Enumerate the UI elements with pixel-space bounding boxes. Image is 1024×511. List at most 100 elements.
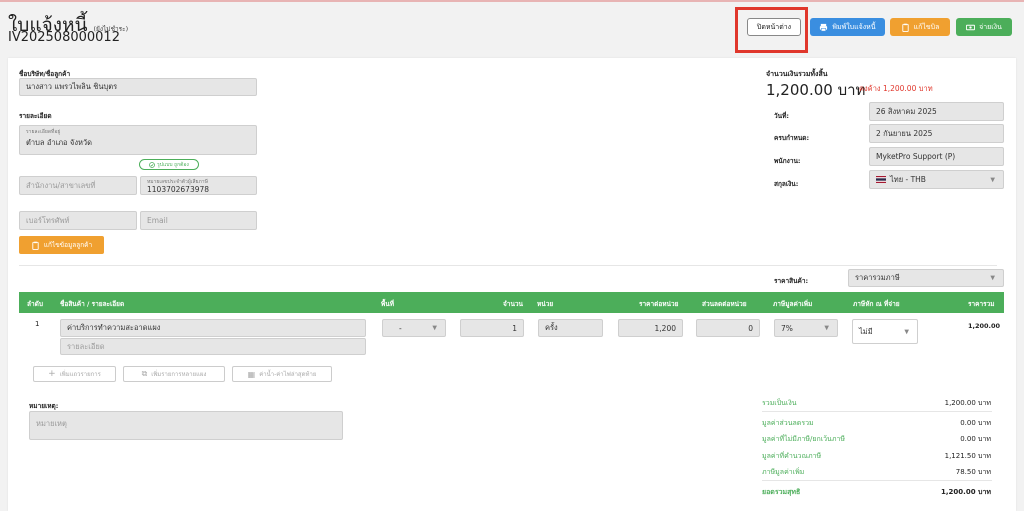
- address-field[interactable]: รายละเอียดที่อยู่ ตำบล อำเภอ จังหวัด: [19, 125, 257, 155]
- grid-icon: ▦: [247, 369, 256, 379]
- top-border: [0, 0, 1024, 2]
- wht-select[interactable]: ไม่มี ▼: [852, 319, 918, 344]
- print-invoice-label: พิมพ์ใบแจ้งหนี้: [832, 22, 876, 31]
- pay-button[interactable]: จ่ายเงิน: [956, 18, 1012, 36]
- add-row-label: เพิ่มแถวรายการ: [59, 371, 101, 378]
- date-value: 26 สิงหาคม 2025: [876, 106, 937, 116]
- address-small-label: รายละเอียดที่อยู่: [26, 129, 61, 135]
- doc-number: IV202508000012: [8, 30, 120, 45]
- chevron-down-icon: ▼: [990, 274, 995, 282]
- details-label: รายละเอียด: [19, 112, 52, 120]
- exempt-value: 0.00 บาท: [960, 435, 991, 443]
- branch-placeholder: สำนักงาน/สาขาเลขที่: [26, 180, 96, 190]
- currency-value: ไทย - THB: [890, 174, 926, 184]
- due-date-label: ครบกำหนด:: [774, 134, 810, 142]
- check-circle-icon: [149, 161, 155, 168]
- discount-input[interactable]: 0: [696, 319, 760, 337]
- print-invoice-button[interactable]: พิมพ์ใบแจ้งหนี้: [810, 18, 885, 36]
- staff-label: พนักงาน:: [774, 157, 801, 165]
- discount-total-label: มูลค่าส่วนลดรวม: [762, 419, 814, 427]
- net-total-label: ยอดรวมสุทธิ: [762, 488, 801, 496]
- col-qty: จำนวน: [503, 300, 523, 308]
- notes-label: หมายเหตุ:: [29, 402, 59, 410]
- product-name-value: ค่าบริการทำความสะอาดแผง: [67, 323, 161, 332]
- email-placeholder: Email: [147, 216, 168, 225]
- recent-utility-button[interactable]: ▦ ค่าน้ำ-ค่าไฟล่าสุดท้าย: [232, 366, 332, 382]
- col-product: ชื่อสินค้า / รายละเอียด: [60, 300, 125, 308]
- highlight-box: [735, 7, 808, 53]
- notes-placeholder: หมายเหตุ: [36, 419, 67, 428]
- totals-divider-bottom: [762, 480, 992, 481]
- customer-name-field[interactable]: นางสาว แพรวไพลิน ชินบุตร: [19, 78, 257, 96]
- vat-total-label: ภาษีมูลค่าเพิ่ม: [762, 468, 805, 476]
- notes-input[interactable]: หมายเหตุ: [29, 411, 343, 440]
- area-value: -: [399, 323, 402, 333]
- chevron-down-icon: ▼: [824, 324, 829, 332]
- chevron-down-icon: ▼: [990, 176, 995, 183]
- money-icon: [966, 24, 976, 30]
- due-date-field[interactable]: 2 กันยายน 2025: [869, 124, 1004, 143]
- col-index: ลำดับ: [27, 300, 43, 308]
- col-total: ราคารวม: [968, 300, 995, 308]
- clipboard-icon: [32, 241, 39, 250]
- customer-name-value: นางสาว แพรวไพลิน ชินบุตร: [26, 82, 118, 91]
- col-discount: ส่วนลดต่อหน่วย: [702, 300, 747, 308]
- col-vat: ภาษีมูลค่าเพิ่ม: [773, 300, 813, 308]
- pay-label: จ่ายเงิน: [979, 22, 1002, 31]
- qty-input[interactable]: 1: [460, 319, 524, 337]
- add-row-button[interactable]: + เพิ่มแถวรายการ: [33, 366, 116, 382]
- qty-value: 1: [512, 323, 517, 333]
- edit-customer-button[interactable]: แก้ไขข้อมูลลูกค้า: [19, 236, 104, 254]
- taxid-small-label: หมายเลขประจำตัวผู้เสียภาษี: [147, 179, 208, 185]
- product-detail-field[interactable]: รายละเอียด: [60, 338, 366, 355]
- thai-flag-icon: [876, 176, 886, 183]
- plus-icon: +: [48, 369, 56, 379]
- add-multi-button[interactable]: ⧉ เพิ่มรายการหลายแผง: [123, 366, 225, 382]
- sum-value: 1,200.00 บาท: [944, 399, 991, 407]
- taxid-field[interactable]: หมายเลขประจำตัวผู้เสียภาษี 1103702673978: [140, 176, 257, 195]
- vat-select[interactable]: 7% ▼: [774, 319, 838, 337]
- date-label: วันที่:: [774, 112, 789, 120]
- edit-bill-button[interactable]: แก้ไขบิล: [890, 18, 950, 36]
- col-unit: หน่วย: [537, 300, 554, 308]
- staff-field[interactable]: MyketPro Support (P): [869, 147, 1004, 166]
- verified-badge-text: รูปแบบ ถูกต้อง: [157, 161, 189, 168]
- edit-bill-label: แก้ไขบิล: [913, 22, 940, 31]
- sum-label: รวมเป็นเงิน: [762, 399, 797, 407]
- vat-total-value: 78.50 บาท: [955, 468, 991, 476]
- recent-utility-label: ค่าน้ำ-ค่าไฟล่าสุดท้าย: [259, 371, 317, 378]
- area-select[interactable]: - ▼: [382, 319, 446, 337]
- unit-input[interactable]: ครั้ง: [538, 319, 603, 337]
- chevron-down-icon: ▼: [904, 328, 909, 335]
- col-unit-price: ราคาต่อหน่วย: [639, 300, 679, 308]
- clipboard-icon: [901, 23, 909, 32]
- staff-value: MyketPro Support (P): [876, 152, 956, 161]
- discount-total-value: 0.00 บาท: [960, 419, 991, 427]
- price-type-select[interactable]: ราคารวมภาษี ▼: [848, 269, 1004, 287]
- phone-placeholder: เบอร์โทรศัพท์: [26, 215, 70, 225]
- unit-price-value: 1,200: [654, 323, 676, 333]
- email-input[interactable]: Email: [140, 211, 257, 230]
- product-name-field[interactable]: ค่าบริการทำความสะอาดแผง: [60, 319, 366, 337]
- section-divider: [19, 265, 997, 266]
- chevron-down-icon: ▼: [432, 324, 437, 332]
- net-total-value: 1,200.00 บาท: [941, 488, 991, 496]
- branch-input[interactable]: สำนักงาน/สาขาเลขที่: [19, 176, 137, 195]
- phone-input[interactable]: เบอร์โทรศัพท์: [19, 211, 137, 230]
- col-wht: ภาษีหัก ณ ที่จ่าย: [853, 300, 900, 308]
- row-total: 1,200.00: [968, 322, 1001, 330]
- price-type-label: ราคาสินค้า:: [774, 277, 809, 285]
- printer-icon: [820, 23, 828, 31]
- items-table-header: ลำดับ ชื่อสินค้า / รายละเอียด พื้นที่ จำ…: [19, 292, 1004, 313]
- currency-select[interactable]: ไทย - THB ▼: [869, 170, 1004, 189]
- add-multi-label: เพิ่มรายการหลายแผง: [151, 371, 207, 378]
- verified-badge: รูปแบบ ถูกต้อง: [139, 159, 199, 170]
- grand-total-amount: 1,200.00 บาท: [766, 81, 866, 99]
- taxable-value: 1,121.50 บาท: [944, 452, 991, 460]
- date-field[interactable]: 26 สิงหาคม 2025: [869, 102, 1004, 121]
- price-type-value: ราคารวมภาษี: [855, 273, 900, 282]
- wht-value: ไม่มี: [859, 326, 873, 336]
- unit-price-input[interactable]: 1,200: [618, 319, 683, 337]
- totals-divider: [762, 411, 992, 412]
- edit-customer-label: แก้ไขข้อมูลลูกค้า: [43, 241, 93, 249]
